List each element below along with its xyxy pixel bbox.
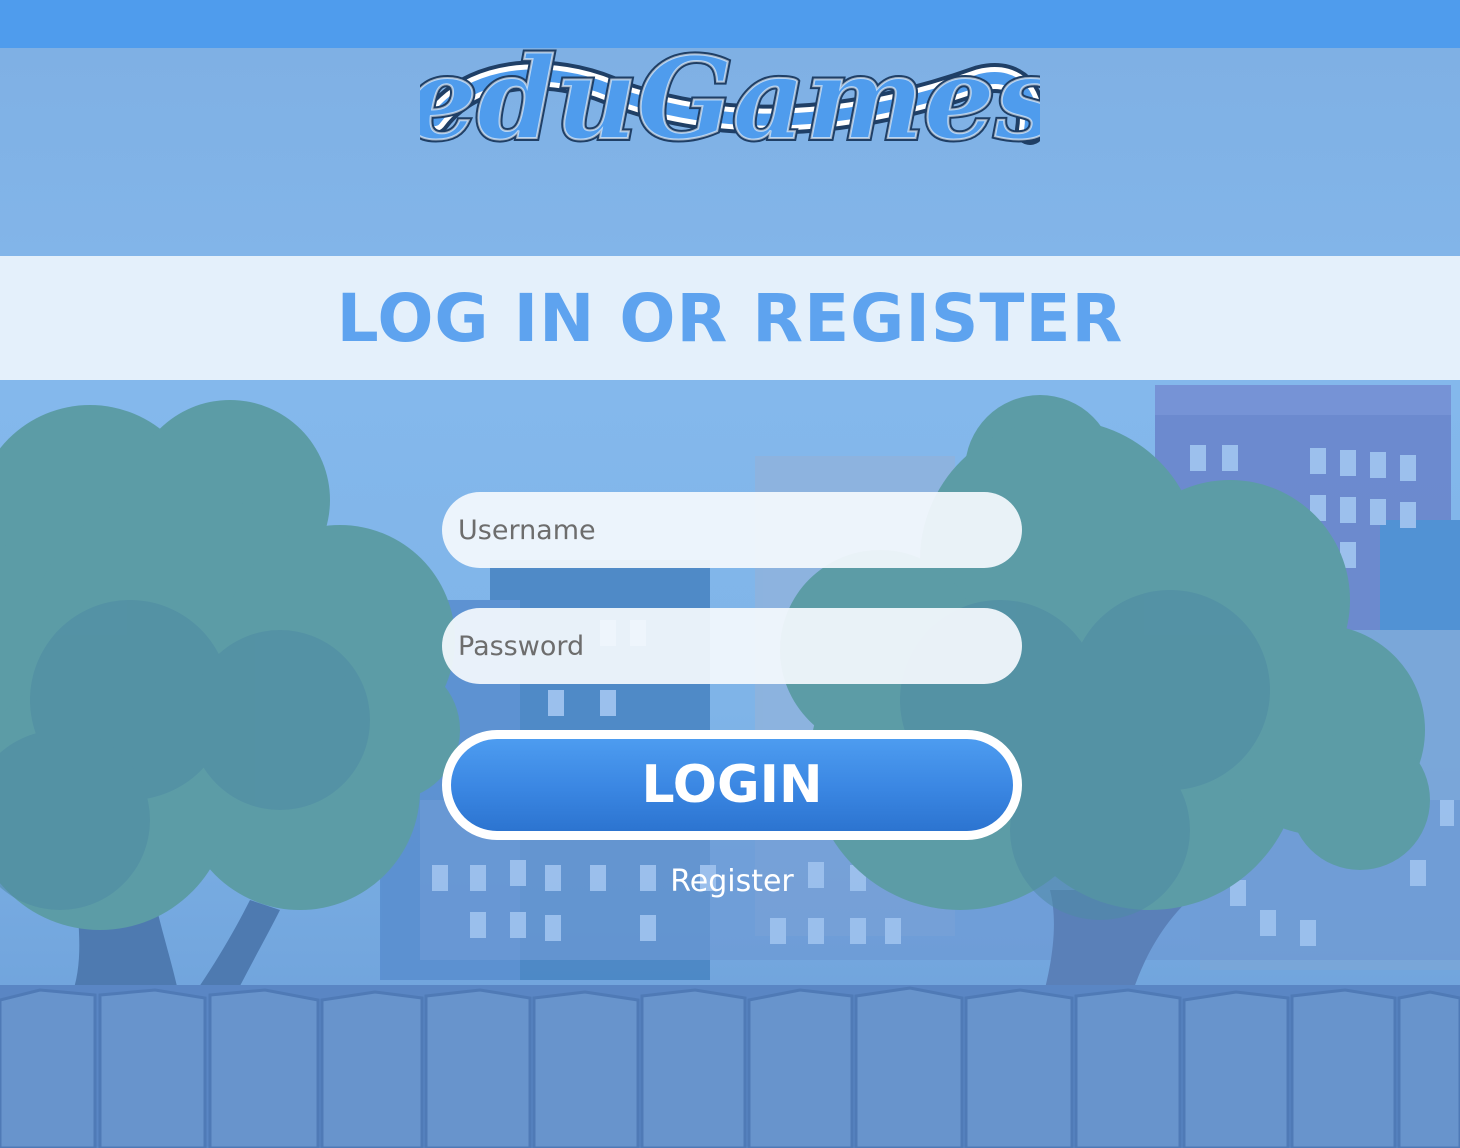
page-title: LOG IN OR REGISTER <box>336 279 1124 357</box>
svg-text:eduGames: eduGames <box>420 34 1040 165</box>
title-banner: LOG IN OR REGISTER <box>0 256 1460 380</box>
username-input[interactable] <box>442 492 1022 568</box>
register-link[interactable]: Register <box>0 864 1460 899</box>
fence <box>0 985 1460 1148</box>
logo-graphic: eduGames eduGames <box>403 31 1061 168</box>
login-button-label: LOGIN <box>641 755 823 815</box>
login-button[interactable]: LOGIN <box>442 730 1022 840</box>
edugames-logo: eduGames eduGames <box>403 0 1061 200</box>
password-input[interactable] <box>442 608 1022 684</box>
